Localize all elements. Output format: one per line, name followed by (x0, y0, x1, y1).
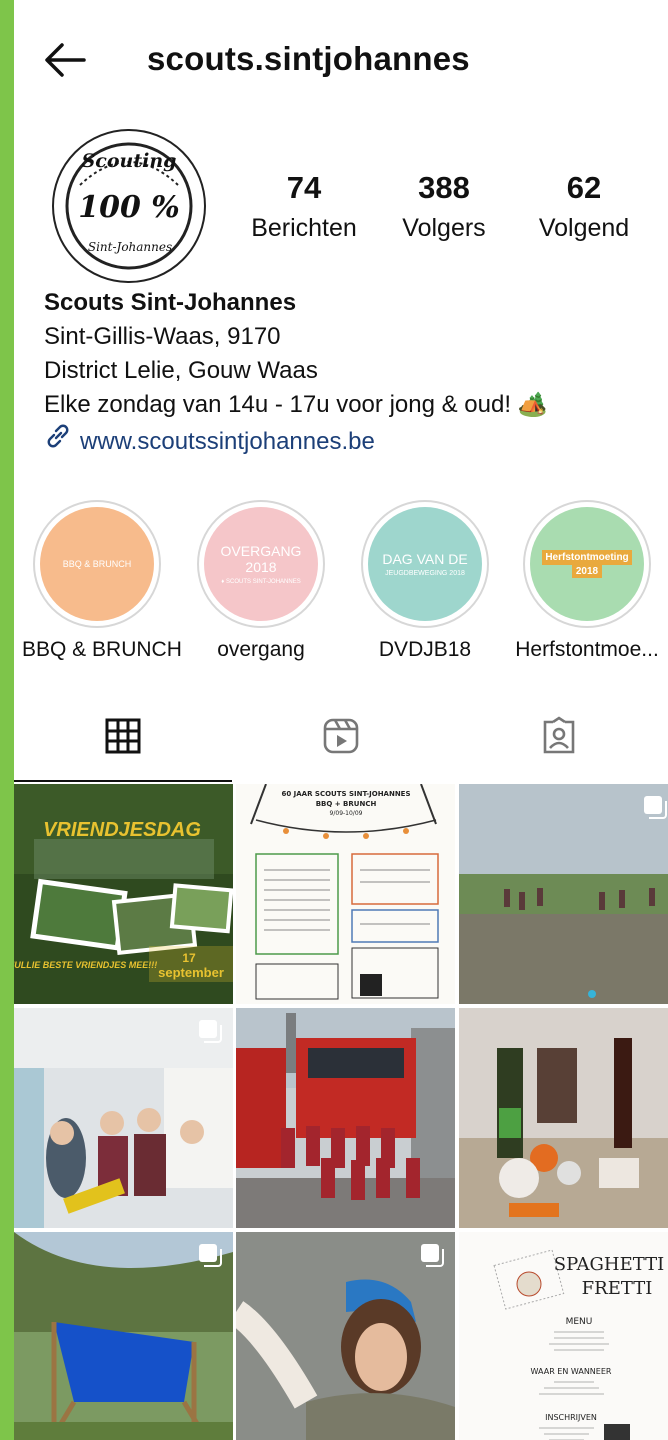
post-subtitle: BBQ + BRUNCH (316, 800, 377, 808)
profile-tabs (14, 712, 668, 782)
multiple-posts-icon (642, 794, 668, 820)
stat-followers-value: 388 (418, 170, 470, 205)
highlight-bbq-brunch[interactable]: BBQ & BRUNCH BBQ & BRUNCH (22, 500, 182, 664)
left-green-edge (0, 0, 14, 1440)
profile-stats: 74 Berichten 388 Volgers 62 Volgend (234, 168, 654, 248)
post-date-day: 17 (182, 951, 196, 965)
highlight-herfstontmoeting[interactable]: Herfstontmoeting 2018 Herfstontmoe... (512, 500, 662, 664)
highlight-label: Herfstontmoe... (515, 638, 659, 661)
profile-username: scouts.sintjohannes (147, 40, 470, 77)
highlight-cover: Herfstontmoeting 2018 (530, 507, 644, 621)
highlight-cover: BBQ & BRUNCH (40, 507, 154, 621)
back-arrow-icon[interactable] (42, 40, 88, 80)
stat-posts-label: Berichten (251, 214, 357, 242)
avatar-text-mid: 100 % (78, 190, 180, 225)
post-tile[interactable]: 60 JAAR SCOUTS SINT-JOHANNES BBQ + BRUNC… (236, 784, 455, 1004)
bio-line-district: District Lelie, Gouw Waas (44, 357, 318, 384)
post-where-heading: WAAR EN WANNEER (531, 1367, 612, 1376)
bio-website-link[interactable]: www.scoutssintjohannes.be (44, 422, 664, 461)
multiple-posts-icon (197, 1018, 223, 1044)
avatar-text-bottom: Sint-Johannes (88, 240, 172, 254)
post-tile[interactable] (236, 1232, 455, 1440)
stat-posts[interactable]: 74 Berichten (234, 168, 374, 248)
post-subtext: NEEM JULLIE BESTE VRIENDJES MEE!!! (14, 960, 157, 970)
highlight-cover: OVERGANG 2018 ♦ SCOUTS SINT-JOHANNES (204, 507, 318, 621)
multiple-posts-icon (197, 1242, 223, 1268)
top-bar: scouts.sintjohannes (14, 22, 668, 98)
post-tile[interactable] (14, 1008, 233, 1228)
post-tile[interactable]: SPAGHETTI FRETTI MENU WAAR EN WANNEER IN… (459, 1232, 668, 1440)
bio-line-location: Sint-Gillis-Waas, 9170 (44, 323, 281, 350)
stat-following-value: 62 (566, 170, 602, 205)
highlight-label: DVDJB18 (378, 638, 472, 661)
post-signup-heading: INSCHRIJVEN (545, 1413, 597, 1422)
stat-following[interactable]: 62 Volgend (514, 168, 654, 248)
post-tile[interactable] (459, 1008, 668, 1228)
highlight-dvdjb18[interactable]: DAG VAN DE JEUGDBEWEGING 2018 DVDJB18 (350, 500, 500, 664)
post-subtitle: FRETTI (582, 1278, 653, 1299)
tab-tagged[interactable] (450, 712, 668, 782)
highlight-ring: OVERGANG 2018 ♦ SCOUTS SINT-JOHANNES (197, 500, 325, 628)
post-title: SPAGHETTI (554, 1254, 664, 1275)
post-menu-heading: MENU (566, 1317, 593, 1327)
highlight-cover-text: BBQ & BRUNCH (62, 559, 132, 569)
stat-followers[interactable]: 388 Volgers (374, 168, 514, 248)
highlight-ring: BBQ & BRUNCH (33, 500, 161, 628)
highlight-cover-text: Herfstontmoeting (542, 550, 632, 565)
post-tile[interactable] (236, 1008, 455, 1228)
grid-icon (103, 716, 143, 761)
avatar-text-top: Scouting (82, 150, 177, 172)
highlight-ring: Herfstontmoeting 2018 (523, 500, 651, 628)
highlight-cover-subtext: 2018 (571, 565, 603, 578)
tab-reels[interactable] (232, 712, 450, 782)
avatar[interactable]: Scouting 100 % Sint-Johannes (50, 127, 208, 285)
post-tile[interactable]: VRIENDJESDAG NEEM JULLIE BESTE VRIENDJES… (14, 784, 233, 1004)
tab-posts-grid[interactable] (14, 712, 232, 782)
post-title: 60 JAAR SCOUTS SINT-JOHANNES (281, 790, 410, 798)
stat-following-label: Volgend (538, 214, 630, 242)
post-tile[interactable] (459, 784, 668, 1004)
post-title: VRIENDJESDAG (43, 819, 201, 841)
highlight-cover: DAG VAN DE JEUGDBEWEGING 2018 (368, 507, 482, 621)
link-icon (44, 422, 72, 461)
profile-page: scouts.sintjohannes Scouting 100 % Sint-… (14, 0, 668, 1440)
highlight-ring: DAG VAN DE JEUGDBEWEGING 2018 (361, 500, 489, 628)
post-date-month: september (158, 965, 224, 980)
highlight-overgang[interactable]: OVERGANG 2018 ♦ SCOUTS SINT-JOHANNES ove… (186, 500, 336, 664)
multiple-posts-icon (419, 1242, 445, 1268)
highlight-label: overgang (217, 638, 305, 661)
highlight-cover-text: DAG VAN DE (382, 551, 468, 567)
profile-bio: Scouts Sint-Johannes Sint-Gillis-Waas, 9… (44, 286, 664, 461)
highlight-cover-text: OVERGANG 2018 (220, 543, 302, 575)
stat-posts-value: 74 (286, 170, 322, 205)
reels-icon (321, 716, 361, 761)
stat-followers-label: Volgers (402, 214, 486, 242)
post-date: 9/09-10/09 (330, 810, 363, 817)
post-tile[interactable] (14, 1232, 233, 1440)
highlight-label: BBQ & BRUNCH (22, 638, 182, 661)
highlight-cover-subtext: ♦ SCOUTS SINT-JOHANNES (221, 579, 301, 585)
profile-display-name: Scouts Sint-Johannes (44, 289, 297, 316)
tagged-icon (539, 716, 579, 761)
bio-line-schedule: Elke zondag van 14u - 17u voor jong & ou… (44, 391, 548, 418)
highlight-cover-subtext: JEUGDBEWEGING 2018 (385, 570, 465, 577)
story-highlights: BBQ & BRUNCH BBQ & BRUNCH OVERGANG 2018 … (14, 500, 668, 670)
website-url: www.scoutssintjohannes.be (80, 427, 375, 455)
